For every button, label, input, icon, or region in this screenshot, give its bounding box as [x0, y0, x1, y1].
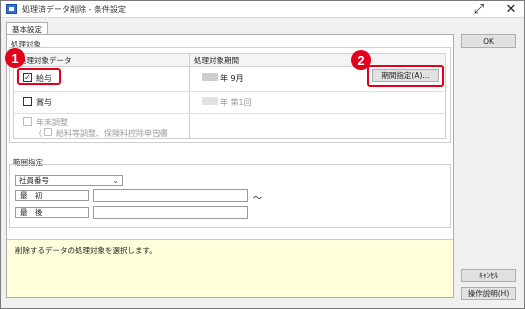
help-button[interactable]: 操作説明(H): [461, 287, 516, 300]
year-end-open-paren: （: [34, 129, 42, 138]
ok-button[interactable]: OK: [461, 34, 516, 48]
callout-1-badge: 1: [5, 48, 25, 68]
message-text: 削除するデータの処理対象を選択します。: [15, 246, 157, 255]
range-first-input[interactable]: [93, 189, 248, 202]
callout-1-highlight: [17, 68, 61, 85]
title-bar: 処理済データ削除 - 条件設定 ⤢ ✕: [1, 1, 524, 18]
range-last-label: 最 後: [15, 207, 89, 218]
app-icon: [6, 4, 17, 14]
year-end-label: 年末調整: [36, 118, 68, 127]
window-title: 処理済データ削除 - 条件設定: [22, 4, 126, 14]
bonus-year-value: [202, 97, 218, 105]
expand-icon[interactable]: ⤢: [470, 2, 488, 17]
cancel-button[interactable]: ｷｬﾝｾﾙ: [461, 269, 516, 282]
close-icon[interactable]: ✕: [502, 2, 520, 17]
bonus-checkbox[interactable]: [23, 97, 32, 106]
year-end-checkbox: [23, 117, 32, 126]
bonus-period-text: 年 第1回: [220, 98, 252, 107]
range-tilde: ～: [253, 194, 263, 204]
range-last-input[interactable]: [93, 206, 248, 219]
salary-year-value: [202, 73, 218, 81]
year-end-sub-checkbox: [44, 128, 52, 136]
dialog-window: 処理済データ削除 - 条件設定 ⤢ ✕ 基本設定 処理対象 処理対象データ 処理…: [0, 0, 525, 309]
callout-2-badge: 2: [351, 50, 371, 70]
bonus-label: 賞与: [36, 98, 52, 107]
range-key-select-value: 社員番号: [19, 176, 49, 185]
range-first-label: 最 初: [15, 190, 89, 201]
col-header-target: 処理対象データ: [14, 54, 189, 67]
message-area: 削除するデータの処理対象を選択します。: [7, 239, 453, 297]
callout-2-highlight: [367, 65, 444, 87]
range-key-select[interactable]: 社員番号 ⌄: [15, 175, 123, 186]
chevron-down-icon: ⌄: [112, 176, 119, 185]
year-end-sub-label: 給料等調整、保険料控除申告書: [56, 129, 168, 138]
salary-period-text: 年 9月: [220, 74, 244, 83]
year-end-close-paren: ）: [158, 129, 166, 138]
